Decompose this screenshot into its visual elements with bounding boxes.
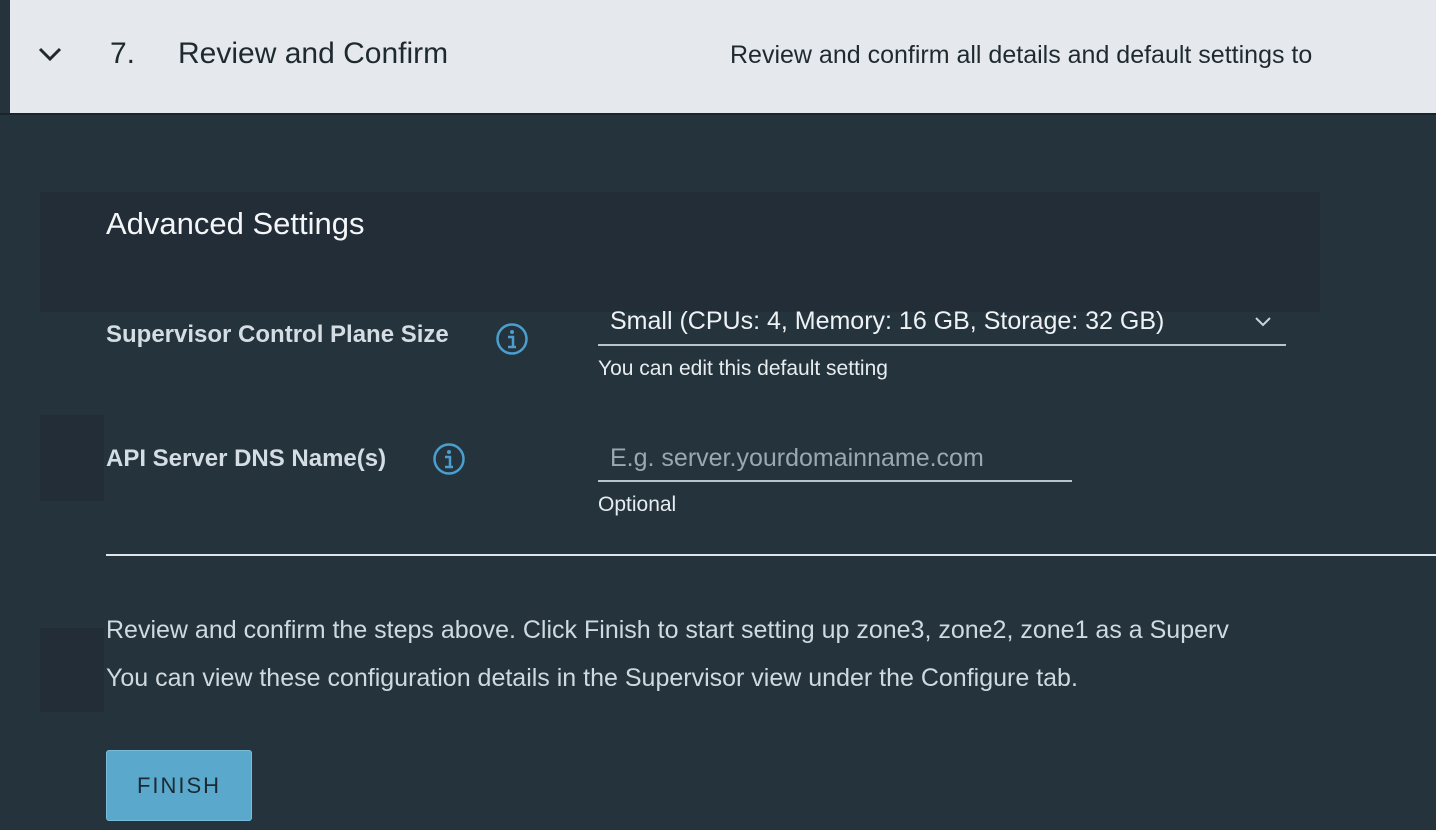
section-title: Advanced Settings	[106, 206, 365, 241]
confirm-text-line2: You can view these configuration details…	[106, 664, 1078, 692]
info-icon[interactable]	[495, 322, 529, 356]
step-header[interactable]: 7. Review and Confirm Review and confirm…	[0, 0, 1436, 115]
control-plane-size-label: Supervisor Control Plane Size	[106, 321, 449, 348]
control-plane-size-helper: You can edit this default setting	[598, 357, 888, 380]
control-plane-size-select[interactable]: Small (CPUs: 4, Memory: 16 GB, Storage: …	[598, 298, 1286, 346]
background-shade	[40, 628, 104, 712]
chevron-down-icon	[1250, 308, 1276, 334]
divider	[106, 554, 1436, 556]
step-title: Review and Confirm	[178, 37, 449, 70]
step-number: 7.	[110, 37, 136, 70]
api-dns-input[interactable]	[598, 436, 1072, 482]
info-icon[interactable]	[432, 442, 466, 476]
api-dns-label: API Server DNS Name(s)	[106, 445, 387, 472]
finish-button[interactable]: FINISH	[106, 750, 252, 821]
select-value: Small (CPUs: 4, Memory: 16 GB, Storage: …	[610, 307, 1165, 335]
api-dns-helper: Optional	[598, 493, 677, 516]
wizard-page: 7. Review and Confirm Review and confirm…	[0, 0, 1436, 830]
confirm-text-line1: Review and confirm the steps above. Clic…	[106, 616, 1229, 644]
step-accent-bar	[0, 0, 10, 113]
chevron-down-icon[interactable]	[34, 38, 66, 70]
step-description: Review and confirm all details and defau…	[730, 41, 1313, 69]
background-shade	[40, 415, 104, 501]
